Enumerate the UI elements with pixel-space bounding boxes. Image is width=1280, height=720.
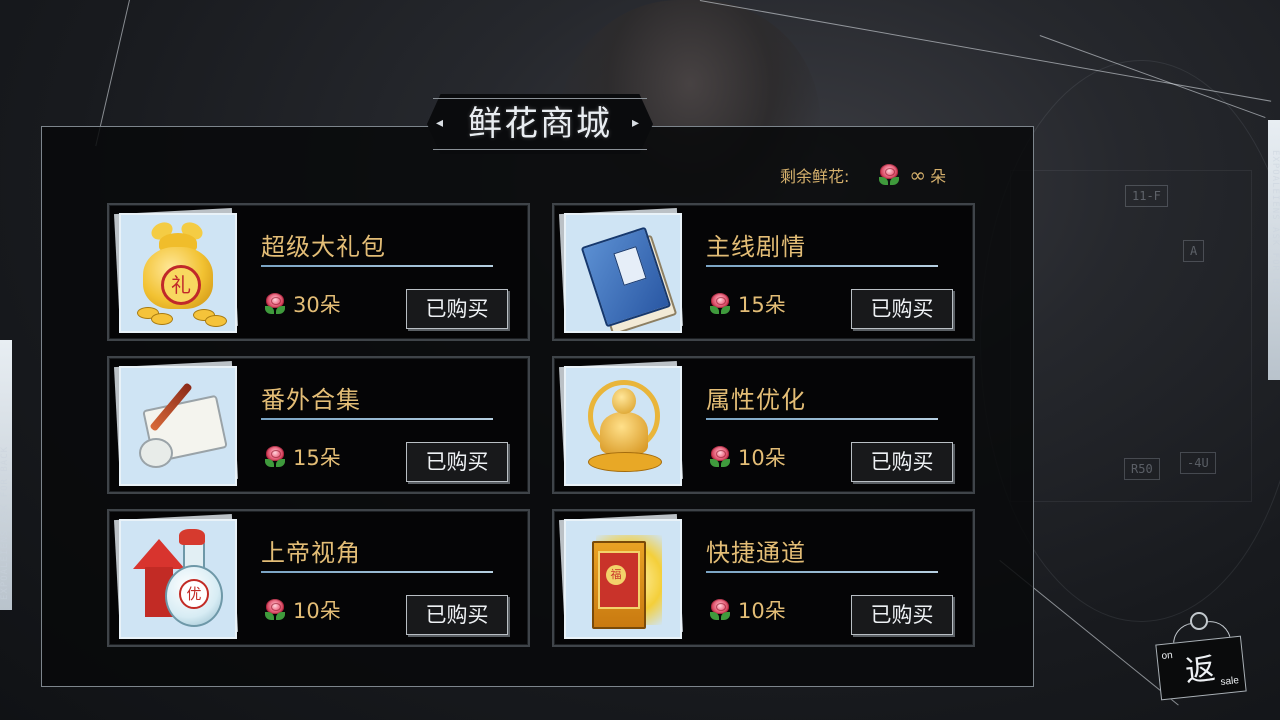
book-icon (564, 213, 682, 333)
shop-item-card[interactable]: 优 上帝视角 10朵 已购买 (107, 509, 530, 647)
item-price-text: 10朵 (738, 599, 786, 623)
item-name: 快捷通道 (706, 539, 806, 567)
scroll-icon (119, 366, 237, 486)
gift-bag-icon: 礼 (119, 213, 237, 333)
name-underline (706, 265, 938, 267)
item-name: 主线剧情 (706, 233, 806, 261)
name-underline (261, 418, 493, 420)
rose-icon (263, 292, 287, 316)
shop-item-card[interactable]: 番外合集 15朵 已购买 (107, 356, 530, 494)
purchased-button[interactable]: 已购买 (851, 289, 953, 329)
rose-icon (708, 598, 732, 622)
shop-item-card[interactable]: 主线剧情 15朵 已购买 (552, 203, 975, 341)
item-name: 属性优化 (706, 386, 806, 414)
item-name: 番外合集 (261, 386, 361, 414)
shop-item-card[interactable]: 福 快捷通道 10朵 已购买 (552, 509, 975, 647)
name-underline (706, 418, 938, 420)
item-price: 10朵 (708, 595, 786, 625)
shop-item-card[interactable]: 属性优化 10朵 已购买 (552, 356, 975, 494)
item-price-text: 15朵 (738, 293, 786, 317)
item-price-text: 15朵 (293, 446, 341, 470)
purchased-button[interactable]: 已购买 (851, 595, 953, 635)
golden-door-icon: 福 (564, 519, 682, 639)
game-screen: 11-F A R50 -4U EXPOALEIENS ASK FOR BACK … (0, 0, 1280, 720)
remaining-flowers: 剩余鲜花: ∞ 朵 (780, 162, 946, 188)
name-underline (261, 265, 493, 267)
item-price: 10朵 (263, 595, 341, 625)
back-button[interactable]: on 返 sale (1155, 635, 1247, 701)
item-price: 30朵 (263, 289, 341, 319)
rose-icon (708, 445, 732, 469)
background-hud-frame (1010, 170, 1252, 502)
gift-seal-text: 礼 (161, 265, 201, 305)
back-button-hook-icon (1190, 612, 1208, 630)
background-tag: A (1183, 240, 1205, 262)
potion-seal-text: 优 (179, 579, 209, 609)
right-side-text: EXPOALEIENS ASK FOR BACK (1270, 150, 1280, 305)
rose-icon (263, 445, 287, 469)
back-button-small-top: on (1161, 649, 1174, 663)
remaining-unit: 朵 (930, 167, 947, 186)
left-side-text: EXPOALEIENS ASK FOR BACK (0, 445, 10, 600)
buddha-icon (564, 366, 682, 486)
remaining-label: 剩余鲜花: (780, 167, 850, 186)
name-underline (706, 571, 938, 573)
background-tag: -4U (1180, 452, 1216, 474)
rose-icon (877, 163, 901, 187)
item-price-text: 10朵 (293, 599, 341, 623)
remaining-value: ∞ (909, 163, 927, 187)
potion-icon: 优 (119, 519, 237, 639)
purchased-button[interactable]: 已购买 (851, 442, 953, 482)
item-name: 上帝视角 (261, 539, 361, 567)
item-price-text: 30朵 (293, 293, 341, 317)
name-underline (261, 571, 493, 573)
door-seal-text: 福 (606, 565, 626, 585)
page-title: 鲜花商城 (468, 104, 612, 144)
item-price-text: 10朵 (738, 446, 786, 470)
rose-icon (263, 598, 287, 622)
item-price: 15朵 (708, 289, 786, 319)
item-price: 10朵 (708, 442, 786, 472)
item-name: 超级大礼包 (261, 233, 386, 261)
purchased-button[interactable]: 已购买 (406, 289, 508, 329)
back-button-small-bottom: sale (1220, 675, 1240, 688)
rose-icon (708, 292, 732, 316)
background-light-line (95, 0, 130, 147)
item-price: 15朵 (263, 442, 341, 472)
purchased-button[interactable]: 已购买 (406, 595, 508, 635)
purchased-button[interactable]: 已购买 (406, 442, 508, 482)
background-tag: R50 (1124, 458, 1160, 480)
shop-item-card[interactable]: 礼 超级大礼包 30朵 已购买 (107, 203, 530, 341)
back-button-label: 返 (1183, 651, 1218, 690)
background-tag: 11-F (1125, 185, 1168, 207)
